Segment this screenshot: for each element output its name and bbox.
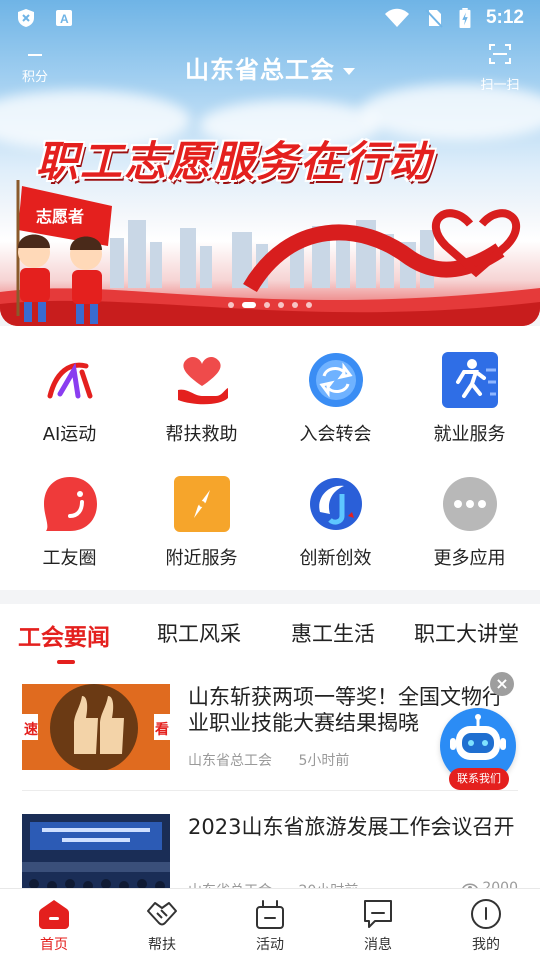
article-thumbnail [22, 814, 170, 892]
grid-item-label: 更多应用 [433, 548, 506, 569]
grid-item-employment[interactable]: 就业服务 [402, 352, 537, 446]
app-header: 积分 山东省总工会 扫一扫 [0, 42, 540, 93]
handshake-icon [147, 902, 177, 926]
tab-union-news[interactable]: 工会要闻 [18, 618, 110, 652]
carousel-dot[interactable] [278, 302, 284, 308]
compass-icon [173, 476, 230, 532]
nav-label: 帮扶 [148, 937, 176, 953]
svg-text:A: A [60, 12, 69, 26]
profile-icon [471, 899, 501, 929]
thumb-text-right: 看 [154, 721, 169, 738]
quick-access-grid: AI运动 帮扶救助 入会转会 就业服务 工友圈 附近服务 创新创效 更多应用 [0, 326, 540, 590]
nav-label: 消息 [364, 937, 392, 953]
grid-item-label: 帮扶救助 [165, 424, 238, 445]
more-dots-icon [442, 477, 497, 531]
grid-item-innovation[interactable]: 创新创效 [268, 476, 403, 570]
active-tab-indicator [57, 660, 75, 664]
keyboard-a-icon: A [56, 10, 72, 26]
article-source: 山东省总工会 [188, 753, 272, 769]
slogan-text: 职工志愿服务在行动 [36, 137, 433, 186]
grid-item-label: 工友圈 [42, 548, 97, 569]
transfer-icon [308, 353, 363, 407]
contact-us-label[interactable]: 联系我们 [449, 768, 509, 790]
nav-label: 活动 [256, 937, 284, 953]
grid-item-label: 就业服务 [433, 424, 506, 445]
running-man-icon [441, 352, 498, 408]
carousel-dot[interactable] [228, 302, 234, 308]
thumbs-up-image: 速 看 [22, 684, 170, 770]
battery-charging-icon [459, 8, 471, 28]
banner-slogan: 职工志愿服务在行动 [36, 128, 506, 192]
scan-button[interactable]: 扫一扫 [476, 42, 524, 93]
tab-worker-life[interactable]: 惠工生活 [291, 618, 375, 648]
grid-item-transfer[interactable]: 入会转会 [268, 352, 403, 446]
no-sim-icon [425, 9, 443, 28]
nav-messages[interactable]: 消息 [324, 897, 432, 954]
wifi-icon [384, 8, 409, 27]
grid-item-workmates[interactable]: 工友圈 [2, 476, 137, 570]
region-selector[interactable]: 山东省总工会 [0, 50, 540, 85]
grid-item-ai-sport[interactable]: AI运动 [2, 352, 137, 446]
bottom-navigation: 首页 帮扶 活动 消息 我的 [0, 888, 540, 960]
article-meta: 山东省总工会 5小时前 [188, 750, 349, 770]
grid-item-aid[interactable]: 帮扶救助 [134, 352, 269, 446]
scan-label: 扫一扫 [480, 78, 520, 93]
conference-image [22, 814, 170, 892]
innovation-icon [309, 478, 362, 530]
home-icon [39, 900, 69, 929]
hero-banner[interactable]: 志愿者 A 5:12 积分 山东省总工会 扫一扫 职工志愿服务在行动 [0, 0, 540, 326]
news-article[interactable]: 2023山东省旅游发展工作会议召开 山东省总工会 20小时前 2000 [22, 814, 518, 892]
nav-profile[interactable]: 我的 [432, 897, 540, 954]
carousel-dot[interactable] [292, 302, 298, 308]
flag-text: 志愿者 [36, 207, 84, 226]
nav-help[interactable]: 帮扶 [108, 897, 216, 954]
grid-item-label: 创新创效 [299, 548, 372, 569]
carousel-dot-active[interactable] [242, 302, 256, 308]
scan-icon [489, 44, 511, 64]
article-title: 2023山东省旅游发展工作会议召开 [188, 815, 515, 839]
status-clock: 5:12 [485, 7, 524, 28]
news-tabs: 工会要闻 职工风采 惠工生活 职工大讲堂 [0, 604, 540, 670]
page-title: 山东省总工会 [185, 56, 335, 84]
nav-label: 我的 [472, 937, 500, 953]
grid-item-more[interactable]: 更多应用 [402, 476, 537, 570]
grid-item-label: 附近服务 [165, 548, 238, 569]
message-icon [364, 900, 392, 928]
heart-hand-icon [177, 357, 228, 405]
grid-item-label: AI运动 [42, 424, 97, 445]
nav-home[interactable]: 首页 [0, 897, 108, 954]
thumb-text-left: 速 [24, 721, 38, 738]
ai-sport-icon [47, 362, 92, 399]
close-contact-button[interactable]: × [490, 672, 514, 696]
nav-activity[interactable]: 活动 [216, 897, 324, 954]
tab-worker-style[interactable]: 职工风采 [157, 618, 241, 648]
nav-label: 首页 [40, 937, 68, 953]
shield-x-icon [18, 9, 34, 27]
status-bar: A 5:12 [0, 0, 540, 36]
carousel-indicator [0, 302, 540, 308]
carousel-dot[interactable] [306, 302, 312, 308]
smile-bubble-icon [43, 477, 97, 531]
grid-item-nearby[interactable]: 附近服务 [134, 476, 269, 570]
divider [22, 790, 518, 791]
article-time: 5小时前 [298, 753, 350, 769]
tab-worker-lecture[interactable]: 职工大讲堂 [414, 618, 519, 648]
carousel-dot[interactable] [264, 302, 270, 308]
article-thumbnail: 速 看 [22, 684, 170, 770]
grid-item-label: 入会转会 [299, 424, 372, 445]
gift-box-icon [256, 900, 284, 929]
chevron-down-icon [343, 67, 355, 75]
